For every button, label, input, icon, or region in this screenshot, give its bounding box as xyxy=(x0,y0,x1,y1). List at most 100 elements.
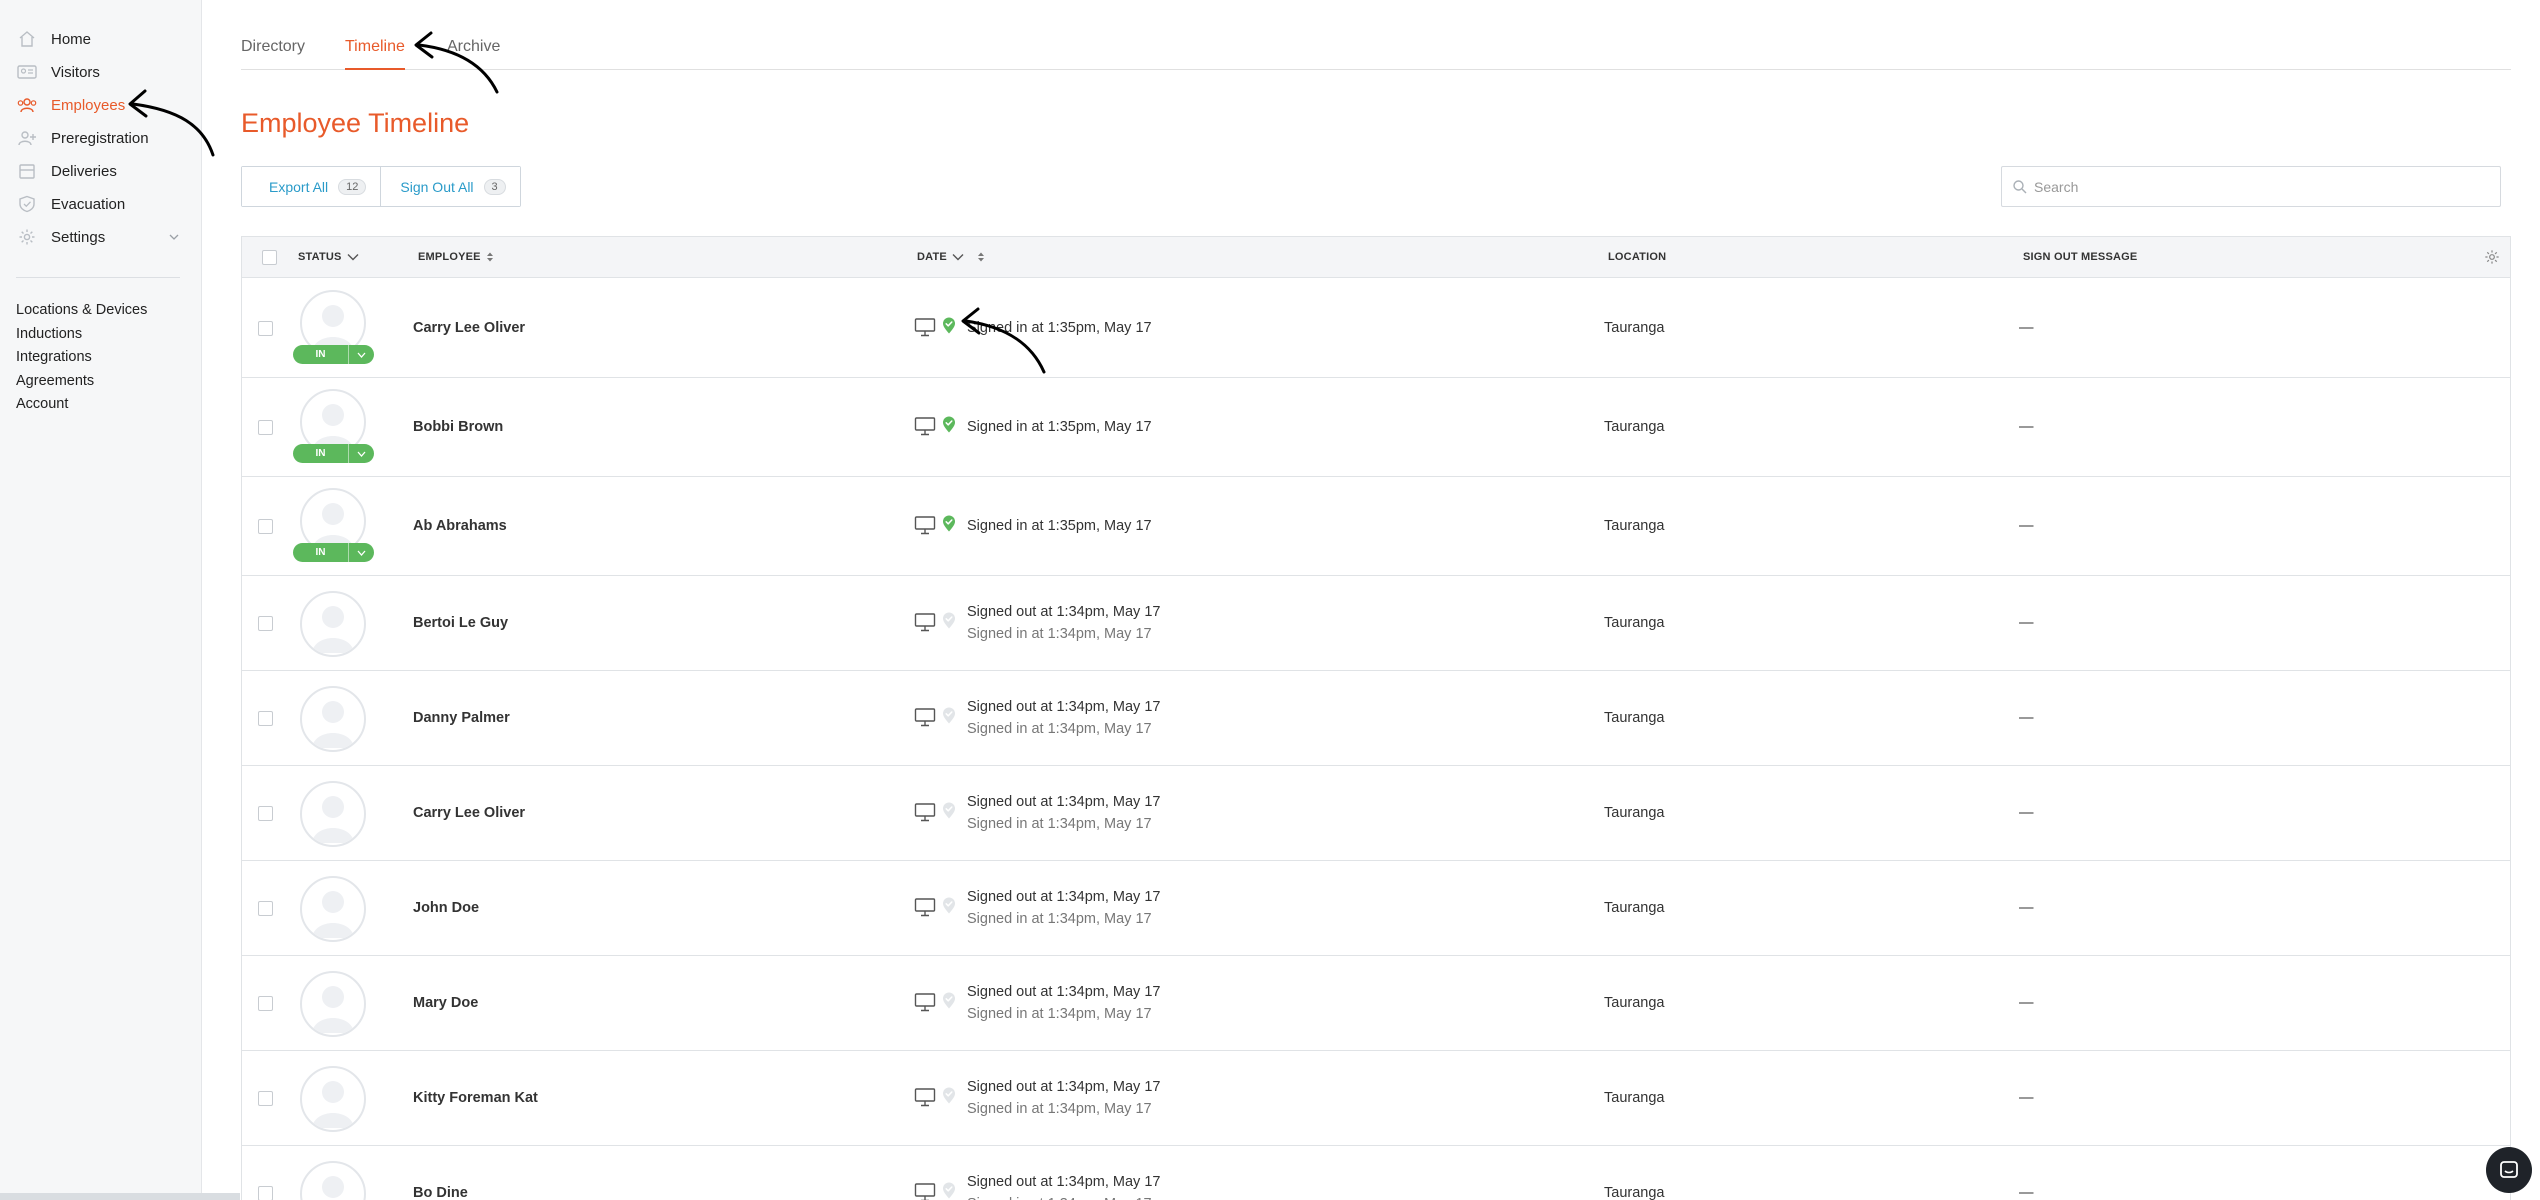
row-checkbox[interactable] xyxy=(258,616,273,631)
employee-name[interactable]: Ab Abrahams xyxy=(413,518,507,534)
location-pin-icon xyxy=(943,1182,955,1199)
location-cell: Tauranga xyxy=(1604,1185,1665,1200)
sign-out-message-cell: — xyxy=(2019,419,2034,435)
row-checkbox[interactable] xyxy=(258,321,273,336)
table-row[interactable]: John Doe Signed out at 1:34pm, May 17 Sign… xyxy=(242,861,2510,956)
tab-timeline[interactable]: Timeline xyxy=(345,38,405,70)
sign-out-message-cell: — xyxy=(2019,805,2034,821)
kiosk-device-icon xyxy=(914,1088,936,1107)
sign-out-message-header-label: SIGN OUT MESSAGE xyxy=(2023,251,2138,263)
sidebar-link-agreements[interactable]: Agreements xyxy=(16,373,94,389)
status-header-label: STATUS xyxy=(298,251,342,263)
people-icon xyxy=(16,94,38,116)
sign-in-event: Signed in at 1:34pm, May 17 xyxy=(967,1006,1152,1022)
sidebar-item-home[interactable]: Home xyxy=(0,24,202,54)
employee-column-header[interactable]: EMPLOYEE xyxy=(418,251,494,263)
sidebar-item-visitors[interactable]: Visitors xyxy=(0,57,202,87)
status-column-header[interactable]: STATUS xyxy=(298,251,359,263)
employee-name[interactable]: Bo Dine xyxy=(413,1185,468,1200)
row-checkbox[interactable] xyxy=(258,996,273,1011)
table-row[interactable]: Bo Dine Signed out at 1:34pm, May 17 Signe… xyxy=(242,1146,2510,1200)
status-badge: IN xyxy=(315,349,326,360)
add-user-icon xyxy=(16,127,38,149)
location-cell: Tauranga xyxy=(1604,518,1665,534)
employee-name[interactable]: Carry Lee Oliver xyxy=(413,320,525,336)
employee-name[interactable]: Mary Doe xyxy=(413,995,478,1011)
signed-in-check-icon xyxy=(943,317,955,334)
sidebar-divider xyxy=(16,277,180,278)
sidebar-item-evacuation[interactable]: Evacuation xyxy=(0,189,202,219)
date-column-header[interactable]: DATE xyxy=(917,251,985,263)
row-checkbox[interactable] xyxy=(258,519,273,534)
location-pin-icon xyxy=(943,992,955,1009)
search-input[interactable] xyxy=(2034,178,2474,195)
column-settings-gear-icon[interactable] xyxy=(2484,249,2500,265)
employee-name[interactable]: Danny Palmer xyxy=(413,710,510,726)
location-pin-icon xyxy=(943,612,955,629)
employee-header-label: EMPLOYEE xyxy=(418,251,481,263)
location-cell: Tauranga xyxy=(1604,995,1665,1011)
row-checkbox[interactable] xyxy=(258,420,273,435)
sidebar-link-inductions[interactable]: Inductions xyxy=(16,326,82,342)
sidebar-link-locations-devices[interactable]: Locations & Devices xyxy=(16,302,147,318)
sign-out-event: Signed out at 1:34pm, May 17 xyxy=(967,1079,1161,1095)
date-header-label: DATE xyxy=(917,251,947,263)
status-dropdown[interactable]: IN xyxy=(293,543,374,562)
sidebar-link-integrations[interactable]: Integrations xyxy=(16,349,92,365)
page-title: Employee Timeline xyxy=(241,108,470,138)
table-row[interactable]: Carry Lee Oliver Signed out at 1:34pm, Ma… xyxy=(242,766,2510,861)
sign-out-message-cell: — xyxy=(2019,995,2034,1011)
export-count-badge: 12 xyxy=(338,178,367,195)
sidebar-item-preregistration[interactable]: Preregistration xyxy=(0,123,202,153)
sidebar-item-deliveries[interactable]: Deliveries xyxy=(0,156,202,186)
status-dropdown[interactable]: IN xyxy=(293,444,374,463)
row-checkbox[interactable] xyxy=(258,806,273,821)
table-row[interactable]: Bertoi Le Guy Signed out at 1:34pm, May 1… xyxy=(242,576,2510,671)
table-row[interactable]: Mary Doe Signed out at 1:34pm, May 17 Sign… xyxy=(242,956,2510,1051)
row-checkbox[interactable] xyxy=(258,1091,273,1106)
table-row[interactable]: Danny Palmer Signed out at 1:34pm, May 17… xyxy=(242,671,2510,766)
employee-name[interactable]: Bertoi Le Guy xyxy=(413,615,508,631)
chevron-down-icon xyxy=(169,234,179,240)
location-pin-icon xyxy=(943,802,955,819)
export-all-button[interactable]: Export All 12 xyxy=(242,167,381,206)
table-row[interactable]: Kitty Foreman Kat Signed out at 1:34pm, M… xyxy=(242,1051,2510,1146)
row-checkbox[interactable] xyxy=(258,1186,273,1200)
sign-out-all-button[interactable]: Sign Out All 3 xyxy=(380,167,520,206)
employee-name[interactable]: Bobbi Brown xyxy=(413,419,503,435)
export-all-label: Export All xyxy=(269,178,329,195)
sort-icon xyxy=(977,252,984,262)
sign-out-event: Signed out at 1:34pm, May 17 xyxy=(967,604,1161,620)
location-cell: Tauranga xyxy=(1604,805,1665,821)
tab-archive[interactable]: Archive xyxy=(447,38,500,70)
sign-out-event: Signed out at 1:34pm, May 17 xyxy=(967,984,1161,1000)
employee-name[interactable]: John Doe xyxy=(413,900,479,916)
table-row[interactable]: IN Carry Lee Oliver Signed in at 1:35pm, … xyxy=(242,279,2510,378)
employee-name[interactable]: Carry Lee Oliver xyxy=(413,805,525,821)
location-cell: Tauranga xyxy=(1604,1090,1665,1106)
chevron-down-icon xyxy=(349,451,374,457)
location-column-header: LOCATION xyxy=(1608,251,1666,263)
row-checkbox[interactable] xyxy=(258,711,273,726)
select-all-checkbox[interactable] xyxy=(262,250,277,265)
sidebar-link-account[interactable]: Account xyxy=(16,396,68,412)
location-pin-icon xyxy=(943,707,955,724)
kiosk-device-icon xyxy=(914,417,936,436)
row-checkbox[interactable] xyxy=(258,901,273,916)
sidebar-item-employees[interactable]: Employees xyxy=(0,90,202,120)
table-row[interactable]: IN Ab Abrahams Signed in at 1:35pm, May 1… xyxy=(242,477,2510,576)
employee-name[interactable]: Kitty Foreman Kat xyxy=(413,1090,538,1106)
status-badge: IN xyxy=(315,448,326,459)
status-dropdown[interactable]: IN xyxy=(293,345,374,364)
chat-button[interactable] xyxy=(2486,1147,2532,1193)
tab-directory[interactable]: Directory xyxy=(241,38,305,70)
chevron-down-icon xyxy=(347,254,359,261)
kiosk-device-icon xyxy=(914,708,936,727)
kiosk-device-icon xyxy=(914,803,936,822)
table-row[interactable]: IN Bobbi Brown Signed in at 1:35pm, May 1… xyxy=(242,378,2510,477)
sidebar-item-label: Settings xyxy=(51,228,106,246)
sign-out-event: Signed out at 1:34pm, May 17 xyxy=(967,699,1161,715)
sidebar-item-settings[interactable]: Settings xyxy=(0,222,202,252)
sign-out-event: Signed out at 1:34pm, May 17 xyxy=(967,1174,1161,1190)
sign-event: Signed in at 1:35pm, May 17 xyxy=(967,419,1152,435)
